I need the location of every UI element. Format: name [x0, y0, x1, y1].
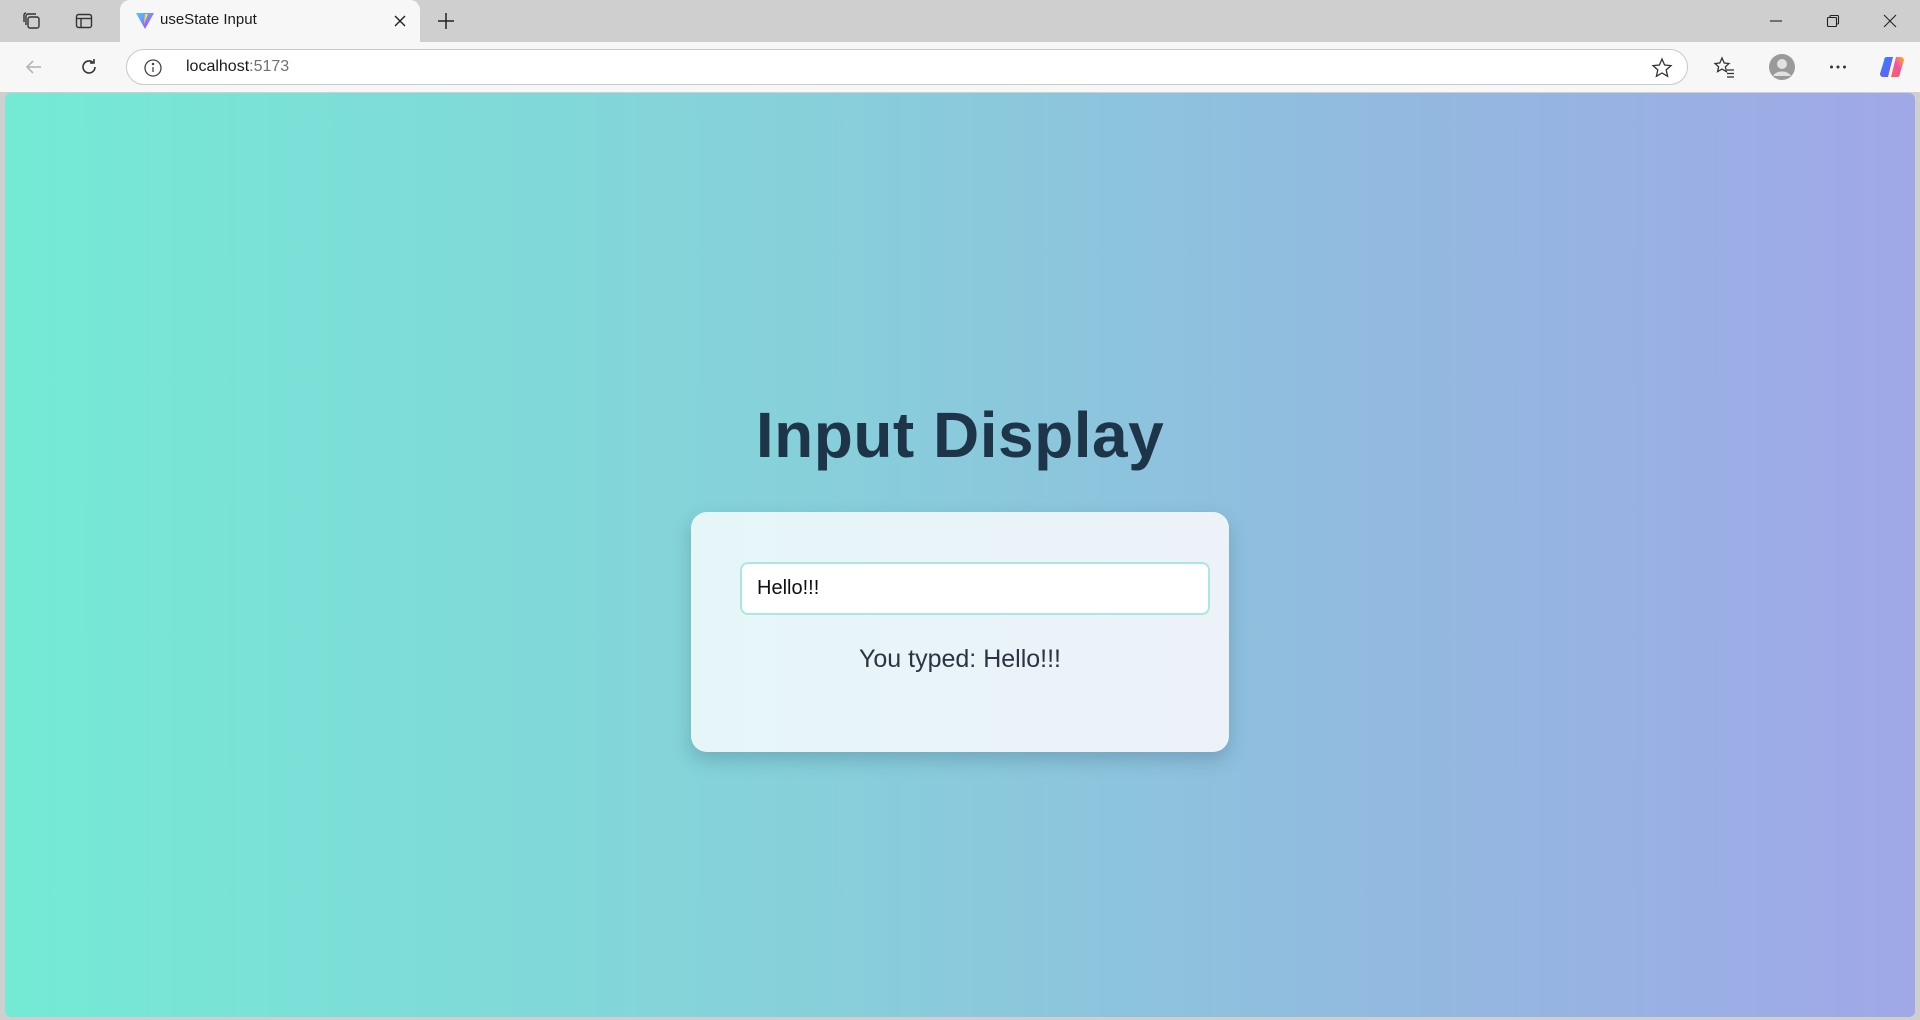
vite-favicon-icon [136, 13, 154, 29]
profile-button[interactable] [1764, 49, 1800, 85]
page-viewport: Input Display You typed: Hello!!! [5, 93, 1915, 1017]
refresh-button[interactable] [71, 49, 107, 85]
address-bar[interactable]: localhost:5173 [126, 49, 1688, 85]
more-button[interactable] [1820, 49, 1856, 85]
minimize-icon [1770, 20, 1782, 22]
page-heading: Input Display [755, 399, 1165, 471]
window-close-icon [1883, 14, 1897, 28]
window-close-button[interactable] [1864, 0, 1916, 42]
tab-title: useState Input [160, 11, 257, 28]
favorites-icon [1713, 56, 1734, 78]
star-icon[interactable] [1651, 57, 1673, 79]
input-card: You typed: Hello!!! [691, 512, 1229, 752]
tab-actions-button[interactable] [64, 6, 104, 36]
back-arrow-icon [25, 60, 41, 74]
workspaces-icon [23, 12, 40, 29]
favorites-button[interactable] [1706, 49, 1742, 85]
close-icon [394, 15, 406, 27]
back-button[interactable] [16, 49, 52, 85]
url-port: :5173 [249, 58, 290, 75]
text-input[interactable] [740, 562, 1210, 615]
typed-output-value: Hello!!! [983, 645, 1061, 673]
url-text[interactable]: localhost:5173 [186, 58, 289, 76]
restore-icon [1826, 14, 1840, 28]
typed-output-prefix: You typed: [859, 645, 984, 673]
active-tab[interactable]: useState Input [120, 0, 420, 42]
refresh-icon [82, 59, 96, 74]
info-icon[interactable] [143, 58, 163, 78]
restore-button[interactable] [1807, 0, 1859, 42]
tab-strip: useState Input [0, 0, 1920, 42]
more-icon [1830, 65, 1846, 69]
tab-close-button[interactable] [388, 9, 412, 33]
copilot-icon [1880, 57, 1904, 77]
browser-toolbar: localhost:5173 [0, 42, 1920, 92]
typed-output: You typed: Hello!!! [691, 645, 1229, 674]
url-host: localhost [186, 58, 250, 75]
profile-avatar-icon [1769, 54, 1795, 80]
plus-icon [438, 13, 454, 29]
tab-actions-icon [75, 13, 93, 29]
workspaces-button[interactable] [12, 6, 52, 36]
copilot-button[interactable] [1874, 49, 1910, 85]
new-tab-button[interactable] [430, 6, 462, 36]
minimize-button[interactable] [1750, 0, 1802, 42]
